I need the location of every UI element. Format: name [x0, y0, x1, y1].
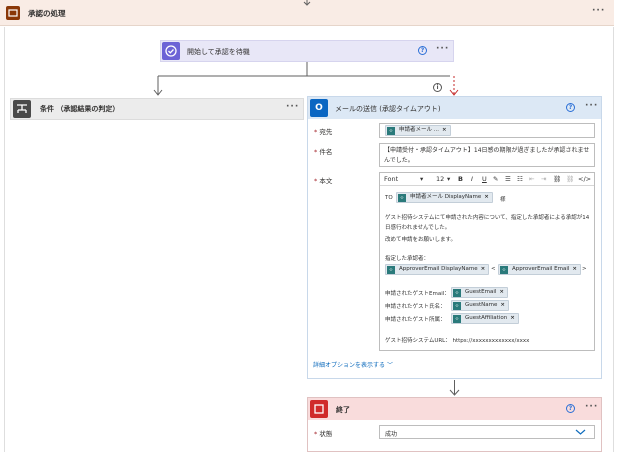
gt-sign: >: [582, 266, 587, 272]
approver-name-token-text: ApproverEmail DisplayName: [399, 266, 478, 272]
guest-name-label: 申請されたゲスト氏名：: [385, 304, 446, 310]
branch-connectors: [153, 62, 459, 96]
guest-name-token[interactable]: ⟐ GuestName ×: [451, 300, 509, 311]
body-to-token[interactable]: ⟐ 申請者メール DisplayName ×: [396, 192, 493, 203]
advanced-options-link[interactable]: 詳細オプションを表示する ﹀: [313, 360, 393, 369]
approval-token-icon: ⟐: [500, 266, 508, 274]
url-line: ゲスト招待システムURL： https://xxxxxxxxxxxxx/xxxx: [385, 338, 530, 344]
outdent-icon[interactable]: ⇤: [529, 175, 534, 183]
approval-icon: [162, 42, 180, 60]
branch-info-icon[interactable]: i: [433, 83, 442, 92]
remove-icon[interactable]: ×: [481, 266, 486, 272]
approver-email-token-text: ApproverEmail Email: [512, 266, 570, 272]
status-label-text: 状態: [319, 430, 333, 438]
remove-icon[interactable]: ×: [484, 194, 489, 200]
body-paragraph-1: ゲスト招待システムにて申請された内容について、指定した承認者による承認が14日感…: [385, 215, 590, 231]
code-view-icon[interactable]: </>: [578, 175, 591, 183]
body-to-prefix: TO: [385, 195, 393, 201]
body-paragraph-2: 改めて申請をお願いします。: [385, 237, 456, 243]
advanced-options-text: 詳細オプションを表示する: [313, 362, 386, 369]
outlook-token-icon: ⟐: [387, 127, 395, 135]
to-label-text: 宛先: [319, 128, 333, 136]
status-value: 成功: [385, 431, 398, 438]
to-token-text: 申請者メール ...: [399, 127, 439, 133]
wait-help-icon[interactable]: ?: [418, 46, 427, 55]
email-more-button[interactable]: ···: [585, 101, 598, 111]
body-to-suffix: 様: [500, 197, 506, 203]
size-dropdown-icon[interactable]: ▾: [447, 175, 450, 183]
guest-email-token[interactable]: ⟐ GuestEmail ×: [451, 287, 509, 298]
remove-icon[interactable]: ×: [499, 289, 504, 295]
remove-icon[interactable]: ×: [442, 127, 447, 133]
terminate-help-icon[interactable]: ?: [566, 404, 575, 413]
condition-more-button[interactable]: ···: [286, 102, 299, 112]
highlight-icon[interactable]: ✎: [493, 175, 498, 183]
scope-title: 承認の処理: [28, 9, 66, 18]
wait-more-button[interactable]: ···: [436, 44, 449, 54]
underline-button[interactable]: U: [482, 175, 487, 183]
outlook-icon: O: [310, 99, 328, 117]
body-label: * 本文: [314, 177, 333, 185]
terminate-more-button[interactable]: ···: [585, 402, 598, 412]
approval-token-icon: ⟐: [453, 289, 461, 297]
font-dropdown-icon[interactable]: ▾: [420, 175, 423, 183]
approval-token-icon: ⟐: [453, 302, 461, 310]
font-size-select[interactable]: 12: [436, 175, 444, 183]
status-select[interactable]: [379, 425, 595, 439]
outlook-token-icon: ⟐: [398, 194, 406, 202]
approver-name-token[interactable]: ⟐ ApproverEmail DisplayName ×: [385, 264, 490, 275]
indent-icon[interactable]: ⇥: [541, 175, 546, 183]
subject-value: 【申請受付・承認タイムアウト】14日感の期限が過ぎましたが承認されませんでした。: [384, 147, 590, 164]
condition-icon: [13, 100, 31, 118]
link-icon[interactable]: ⛓: [553, 175, 561, 183]
remove-icon[interactable]: ×: [510, 315, 515, 321]
body-label-text: 本文: [319, 177, 333, 185]
numbered-list-icon[interactable]: ☷: [517, 175, 523, 183]
terminate-header[interactable]: [308, 398, 601, 420]
guest-email-token-text: GuestEmail: [465, 289, 497, 295]
send-email-title: メールの送信 (承認タイムアウト): [335, 105, 441, 113]
approval-token-icon: ⟐: [387, 266, 395, 274]
status-label: * 状態: [314, 430, 333, 438]
terminate-title: 終了: [336, 406, 350, 414]
connector-arrow-top: [303, 0, 311, 6]
to-token[interactable]: ⟐ 申請者メール ... ×: [385, 125, 451, 136]
unlink-icon[interactable]: ⛓: [566, 175, 574, 183]
remove-icon[interactable]: ×: [500, 302, 505, 308]
guest-aff-label: 申請されたゲスト所属：: [385, 317, 446, 323]
subject-label-text: 件名: [319, 148, 333, 156]
lt-sign: <: [491, 266, 496, 272]
remove-icon[interactable]: ×: [572, 266, 577, 272]
scope-more-button[interactable]: ···: [592, 6, 605, 16]
bold-button[interactable]: B: [458, 175, 463, 183]
approver-email-token[interactable]: ⟐ ApproverEmail Email ×: [498, 264, 582, 275]
italic-button[interactable]: I: [471, 175, 473, 183]
terminate-icon: [310, 400, 328, 418]
wait-approval-title: 開始して承認を待機: [187, 48, 250, 56]
guest-email-label: 申請されたゲストEmail：: [385, 291, 450, 297]
guest-aff-token-text: GuestAffiliation: [465, 315, 508, 321]
to-label: * 宛先: [314, 128, 333, 136]
condition-title: 条件 （承認結果の判定）: [40, 105, 120, 113]
approval-token-icon: ⟐: [453, 315, 461, 323]
font-select[interactable]: Font: [384, 175, 398, 183]
connector-arrowhead: [449, 389, 460, 396]
body-to-token-text: 申請者メール DisplayName: [410, 194, 482, 200]
guest-name-token-text: GuestName: [465, 302, 498, 308]
guest-aff-token[interactable]: ⟐ GuestAffiliation ×: [451, 313, 519, 324]
chevron-down-icon: ﹀: [386, 362, 393, 369]
scope-icon: [6, 6, 20, 20]
bullet-list-icon[interactable]: ☰: [505, 175, 511, 183]
email-help-icon[interactable]: ?: [566, 103, 575, 112]
chevron-down-icon[interactable]: [575, 428, 586, 436]
approver-label: 指定した承認者：: [385, 256, 430, 262]
body-toolbar: [379, 172, 595, 186]
subject-label: * 件名: [314, 148, 333, 156]
